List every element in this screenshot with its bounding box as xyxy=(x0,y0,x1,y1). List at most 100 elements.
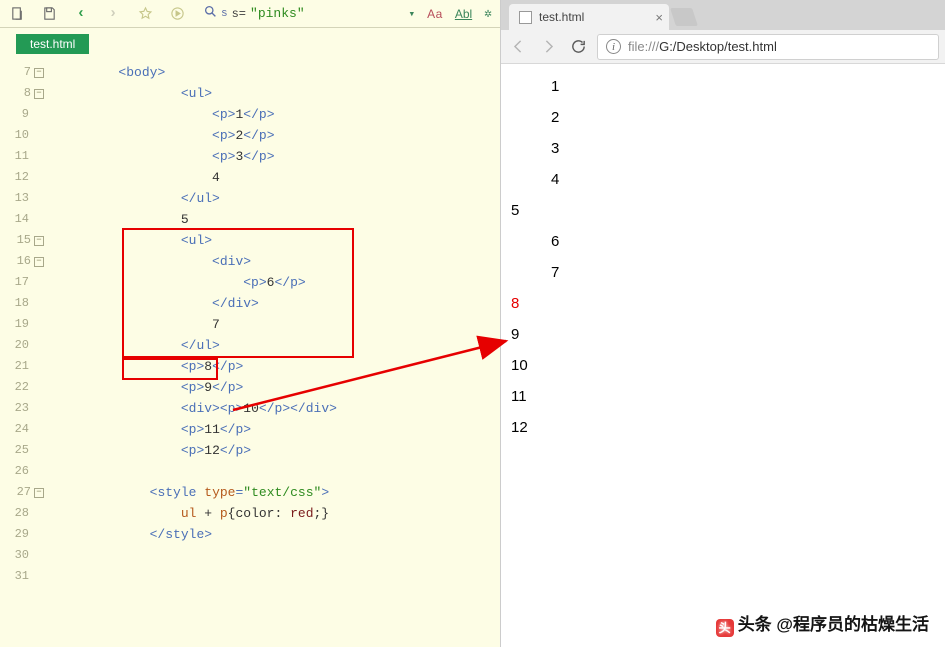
gutter-row: 23 xyxy=(0,398,44,419)
rendered-item: 7 xyxy=(551,264,935,281)
gutter-row: 26 xyxy=(0,461,44,482)
code-line[interactable]: </style> xyxy=(56,524,500,545)
code-line[interactable] xyxy=(56,461,500,482)
gutter-row: 10 xyxy=(0,125,44,146)
search-value: "pinks" xyxy=(250,6,305,21)
gutter-row: 7− xyxy=(0,62,44,83)
code-area[interactable]: 7−8−9101112131415−16−1718192021222324252… xyxy=(0,62,500,647)
browser-forward-icon[interactable] xyxy=(537,36,559,58)
run-icon[interactable] xyxy=(168,5,186,23)
code-line[interactable]: <div><p>10</p></div> xyxy=(56,398,500,419)
code-line[interactable]: 5 xyxy=(56,209,500,230)
tab-favicon-icon xyxy=(519,11,532,24)
code-editor-panel: ‹ › s s="pinks" ▾ Aa Abl ✲ test.html 7−8… xyxy=(0,0,501,647)
code-line[interactable] xyxy=(56,545,500,566)
rendered-item: 12 xyxy=(511,419,935,436)
browser-omnibox[interactable]: i file:///G:/Desktop/test.html xyxy=(597,34,939,60)
rendered-item: 8 xyxy=(511,295,935,312)
regex-toggle-icon[interactable]: ✲ xyxy=(484,6,492,21)
fold-toggle-icon[interactable]: − xyxy=(34,68,44,78)
gutter-row: 11 xyxy=(0,146,44,167)
gutter-row: 9 xyxy=(0,104,44,125)
search-dropdown-icon[interactable]: ▾ xyxy=(409,7,416,21)
new-file-icon[interactable] xyxy=(8,5,26,23)
bookmark-star-icon[interactable] xyxy=(136,5,154,23)
gutter: 7−8−9101112131415−16−1718192021222324252… xyxy=(0,62,50,647)
code-line[interactable]: <p>12</p> xyxy=(56,440,500,461)
browser-url: file:///G:/Desktop/test.html xyxy=(628,39,777,54)
gutter-row: 25 xyxy=(0,440,44,461)
code-line[interactable]: <p>9</p> xyxy=(56,377,500,398)
gutter-row: 27− xyxy=(0,482,44,503)
gutter-row: 13 xyxy=(0,188,44,209)
line-number: 29 xyxy=(15,524,29,545)
code-text[interactable]: <body> <ul> <p>1</p> <p>2</p> <p>3</p> 4… xyxy=(50,62,500,647)
gutter-row: 31 xyxy=(0,566,44,587)
line-number: 9 xyxy=(22,104,29,125)
line-number: 28 xyxy=(15,503,29,524)
fold-toggle-icon[interactable]: − xyxy=(34,89,44,99)
code-line[interactable]: <ul> xyxy=(56,83,500,104)
code-line[interactable]: ul + p{color: red;} xyxy=(56,503,500,524)
gutter-row: 21 xyxy=(0,356,44,377)
gutter-row: 29 xyxy=(0,524,44,545)
browser-reload-icon[interactable] xyxy=(567,36,589,58)
gutter-row: 14 xyxy=(0,209,44,230)
code-line[interactable]: <p>6</p> xyxy=(56,272,500,293)
line-number: 25 xyxy=(15,440,29,461)
site-info-icon[interactable]: i xyxy=(606,39,621,54)
browser-back-icon[interactable] xyxy=(507,36,529,58)
code-line[interactable]: <p>8</p> xyxy=(56,356,500,377)
code-line[interactable]: <p>11</p> xyxy=(56,419,500,440)
tab-close-icon[interactable]: × xyxy=(655,10,663,25)
case-sensitive-toggle[interactable]: Aa xyxy=(427,7,443,21)
gutter-row: 30 xyxy=(0,545,44,566)
gutter-row: 28 xyxy=(0,503,44,524)
fold-toggle-icon[interactable]: − xyxy=(34,257,44,267)
line-number: 18 xyxy=(15,293,29,314)
line-number: 24 xyxy=(15,419,29,440)
line-number: 20 xyxy=(15,335,29,356)
gutter-row: 12 xyxy=(0,167,44,188)
code-line[interactable]: <p>2</p> xyxy=(56,125,500,146)
fold-toggle-icon[interactable]: − xyxy=(34,488,44,498)
new-tab-button[interactable] xyxy=(670,8,698,26)
search-prefix: s= xyxy=(232,7,246,21)
rendered-item: 2 xyxy=(551,109,935,126)
browser-tab-test-html[interactable]: test.html × xyxy=(509,4,669,30)
code-line[interactable]: <div> xyxy=(56,251,500,272)
search-area[interactable]: s s="pinks" xyxy=(204,5,305,22)
gutter-row: 16− xyxy=(0,251,44,272)
code-line[interactable]: </ul> xyxy=(56,188,500,209)
watermark: 头头条 @程序员的枯燥生活 xyxy=(716,610,929,637)
rendered-item: 4 xyxy=(551,171,935,188)
code-line[interactable]: <p>3</p> xyxy=(56,146,500,167)
line-number: 16 xyxy=(17,251,31,272)
code-line[interactable]: <p>1</p> xyxy=(56,104,500,125)
code-line[interactable]: 7 xyxy=(56,314,500,335)
code-line[interactable] xyxy=(56,566,500,587)
code-line[interactable]: </div> xyxy=(56,293,500,314)
code-line[interactable]: 4 xyxy=(56,167,500,188)
code-line[interactable]: <style type="text/css"> xyxy=(56,482,500,503)
line-number: 8 xyxy=(24,83,31,104)
code-line[interactable]: <body> xyxy=(56,62,500,83)
code-line[interactable]: </ul> xyxy=(56,335,500,356)
fold-toggle-icon[interactable]: − xyxy=(34,236,44,246)
browser-tab-strip: test.html × xyxy=(501,0,945,30)
nav-forward-icon[interactable]: › xyxy=(104,5,122,23)
file-tab-test-html[interactable]: test.html xyxy=(16,34,89,54)
gutter-row: 20 xyxy=(0,335,44,356)
rendered-item: 11 xyxy=(511,388,935,405)
rendered-item: 5 xyxy=(511,202,935,219)
line-number: 31 xyxy=(15,566,29,587)
gutter-row: 22 xyxy=(0,377,44,398)
save-icon[interactable] xyxy=(40,5,58,23)
rendered-page: 123456789101112头头条 @程序员的枯燥生活 xyxy=(501,64,945,647)
line-number: 19 xyxy=(15,314,29,335)
whole-word-toggle[interactable]: Abl xyxy=(455,7,472,21)
nav-back-icon[interactable]: ‹ xyxy=(72,5,90,23)
code-line[interactable]: <ul> xyxy=(56,230,500,251)
line-number: 17 xyxy=(15,272,29,293)
browser-address-bar: i file:///G:/Desktop/test.html xyxy=(501,30,945,64)
